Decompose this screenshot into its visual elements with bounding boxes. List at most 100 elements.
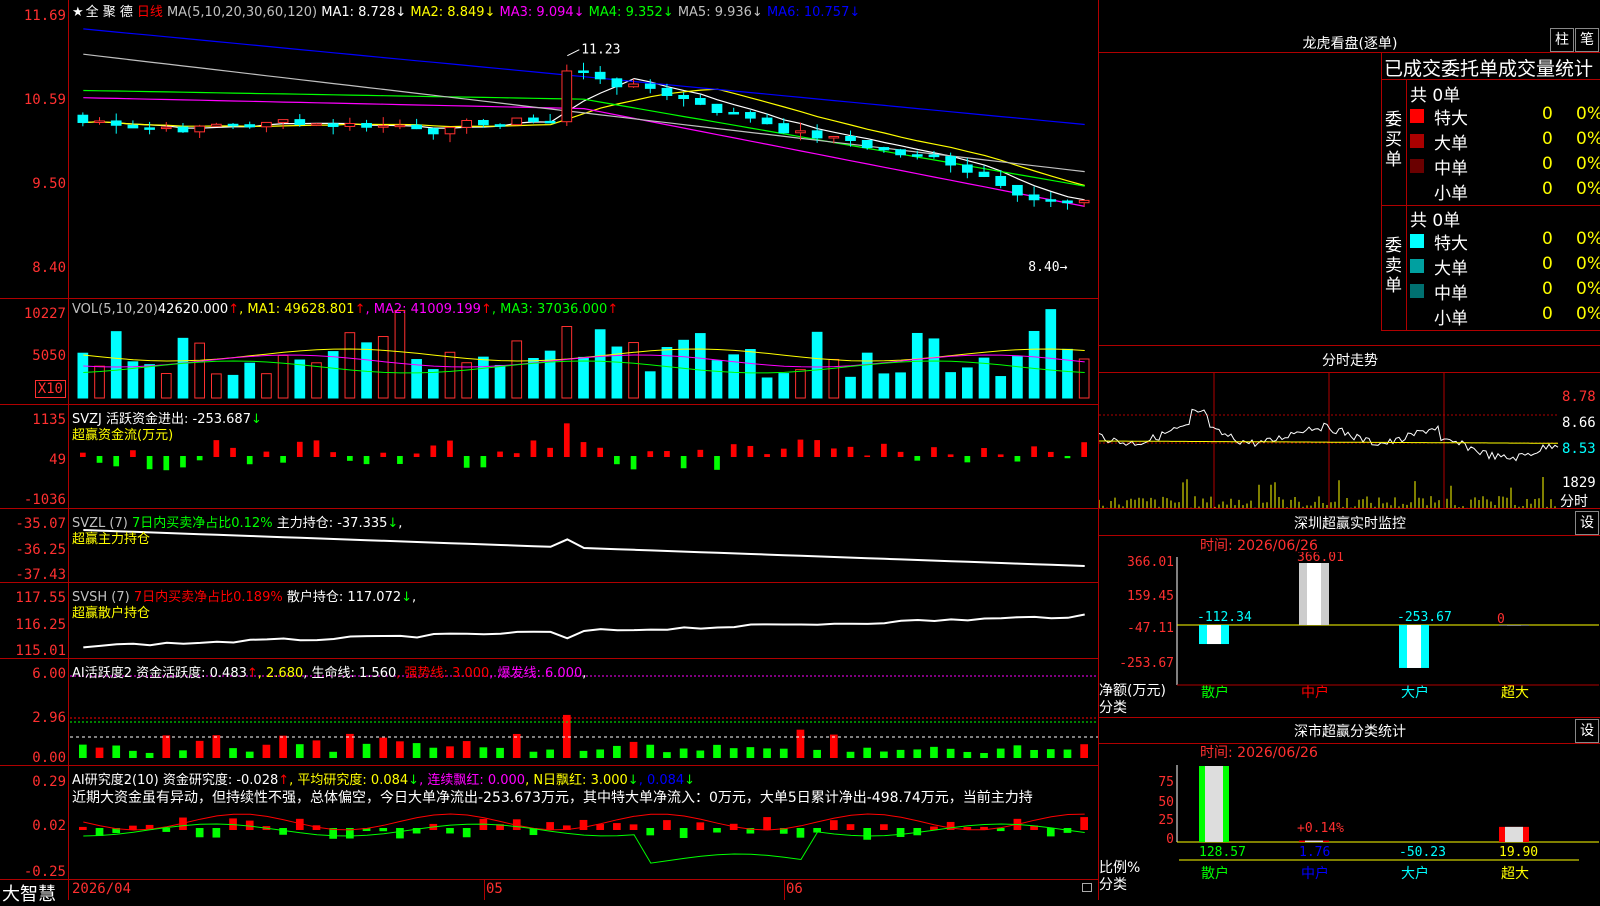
volume-bar bbox=[461, 362, 473, 399]
flow-bar bbox=[997, 454, 1004, 457]
activity-bar bbox=[1030, 749, 1038, 758]
flow-bar bbox=[597, 447, 604, 457]
flow-bar bbox=[897, 451, 904, 457]
research-bar bbox=[646, 828, 655, 836]
period-label[interactable]: 日线 bbox=[137, 5, 163, 20]
divider bbox=[484, 879, 485, 900]
activity-bar bbox=[579, 750, 588, 758]
volume-bar bbox=[327, 351, 339, 399]
favorite-star-icon[interactable]: ★ bbox=[72, 5, 84, 20]
classify-bar-chart: 75 50 25 0 128.57 散户 +0.14% 1.76 中户 -50.23 大户 19.90… bbox=[1158, 765, 1599, 882]
kline-chart[interactable]: 11.23 8.40→ bbox=[70, 0, 1098, 900]
volume-bar bbox=[311, 362, 322, 399]
classify-category-label: 超大 bbox=[1501, 866, 1529, 882]
ai2-segment: ↓ bbox=[684, 773, 696, 788]
research-bar bbox=[162, 828, 171, 832]
candle bbox=[811, 130, 823, 139]
candle bbox=[194, 125, 206, 133]
flow-bar bbox=[881, 443, 887, 457]
research-bar bbox=[846, 824, 855, 830]
monitor-value-label: -253.67 bbox=[1397, 610, 1452, 625]
svzl-segment: , bbox=[398, 516, 403, 531]
flow-bar bbox=[430, 445, 437, 457]
ma-value: MA3: 9.094↓ bbox=[495, 5, 585, 20]
activity-bar bbox=[162, 735, 171, 758]
volume-bar bbox=[261, 373, 272, 399]
bar-mode-button[interactable]: 柱 bbox=[1550, 28, 1574, 52]
volume-bar bbox=[945, 372, 956, 399]
date-label: 2026/04 bbox=[72, 881, 132, 897]
classify-bar-highlight bbox=[1305, 840, 1323, 842]
classify-settings-button[interactable]: 设 bbox=[1575, 719, 1599, 743]
volume-bar bbox=[478, 356, 489, 399]
lhb-title: 龙虎看盘(逐单) bbox=[1302, 36, 1398, 52]
activity-bar bbox=[1063, 749, 1072, 758]
stat-value: 0 bbox=[1542, 254, 1553, 274]
monitor-xlabel: 分类 bbox=[1099, 700, 1127, 716]
monitor-value-label: 366.01 bbox=[1297, 552, 1344, 565]
research-bar bbox=[1046, 828, 1055, 837]
research-bar bbox=[663, 820, 671, 830]
activity-bar bbox=[446, 746, 454, 758]
activity-bar bbox=[262, 744, 271, 758]
candle bbox=[978, 171, 990, 177]
lock-icon[interactable] bbox=[1082, 883, 1092, 892]
flow-bar bbox=[463, 456, 470, 468]
activity-bar bbox=[1080, 744, 1088, 758]
svzl-sub: 超赢主力持仓 bbox=[72, 532, 151, 547]
activity-bar bbox=[779, 748, 788, 758]
ma-line bbox=[83, 88, 1085, 187]
research-bar bbox=[396, 828, 404, 839]
candle bbox=[1045, 199, 1057, 202]
ma-line bbox=[83, 89, 1085, 187]
candle bbox=[1012, 184, 1023, 196]
flow-bar bbox=[747, 445, 754, 457]
intraday-chart[interactable] bbox=[1099, 373, 1559, 508]
ai1-axis-label: 0.00 bbox=[32, 750, 66, 766]
volume-bar bbox=[578, 356, 589, 399]
classify-category-label: 中户 bbox=[1301, 865, 1329, 882]
ma-value: MA2: 8.849↓ bbox=[406, 5, 496, 20]
date-label: 05 bbox=[486, 881, 503, 897]
flow-bar bbox=[196, 456, 203, 461]
tick-mode-button[interactable]: 笔 bbox=[1575, 28, 1599, 52]
activity-bar bbox=[930, 746, 938, 758]
volume-bar bbox=[628, 342, 639, 399]
color-swatch bbox=[1410, 109, 1424, 123]
vol-segment: ↑ bbox=[480, 302, 492, 317]
research-bar bbox=[596, 824, 605, 830]
activity-bar bbox=[896, 749, 905, 758]
price-axis-label: 10.59 bbox=[23, 92, 66, 108]
research-bar bbox=[79, 826, 87, 830]
research-bar bbox=[446, 828, 454, 834]
svsh-axis-label: 115.01 bbox=[15, 643, 66, 659]
divider bbox=[1381, 52, 1382, 330]
stat-value: 0 bbox=[1542, 179, 1553, 199]
volume-bar bbox=[177, 337, 189, 399]
svzj-axis-label: 1135 bbox=[32, 412, 66, 428]
activity-bar bbox=[1013, 745, 1022, 758]
svzj-axis-label: -1036 bbox=[23, 492, 66, 508]
svzl-segment: 7日内买卖净占比0.12% bbox=[131, 516, 273, 531]
flow-bar bbox=[397, 456, 403, 464]
stat-label: 大单 bbox=[1434, 259, 1468, 279]
vol-unit-label: X10 bbox=[34, 380, 66, 398]
price-axis-label: 8.40 bbox=[32, 260, 66, 276]
ma-value: MA6: 10.757↓ bbox=[762, 5, 861, 20]
candle bbox=[928, 154, 940, 158]
volume-bar bbox=[694, 333, 706, 399]
candle bbox=[94, 120, 105, 123]
candle bbox=[728, 111, 740, 115]
volume-bar bbox=[828, 358, 840, 399]
candle bbox=[544, 120, 556, 124]
ai2-segment: , 0.084 bbox=[638, 773, 685, 788]
candle bbox=[1062, 200, 1073, 204]
volume-bar bbox=[377, 336, 389, 399]
candle bbox=[344, 122, 356, 127]
activity-bar bbox=[312, 740, 321, 758]
divider bbox=[1098, 535, 1600, 536]
candle bbox=[678, 94, 689, 99]
monitor-settings-button[interactable]: 设 bbox=[1575, 511, 1599, 535]
candle bbox=[227, 123, 239, 127]
activity-bar bbox=[746, 747, 755, 758]
